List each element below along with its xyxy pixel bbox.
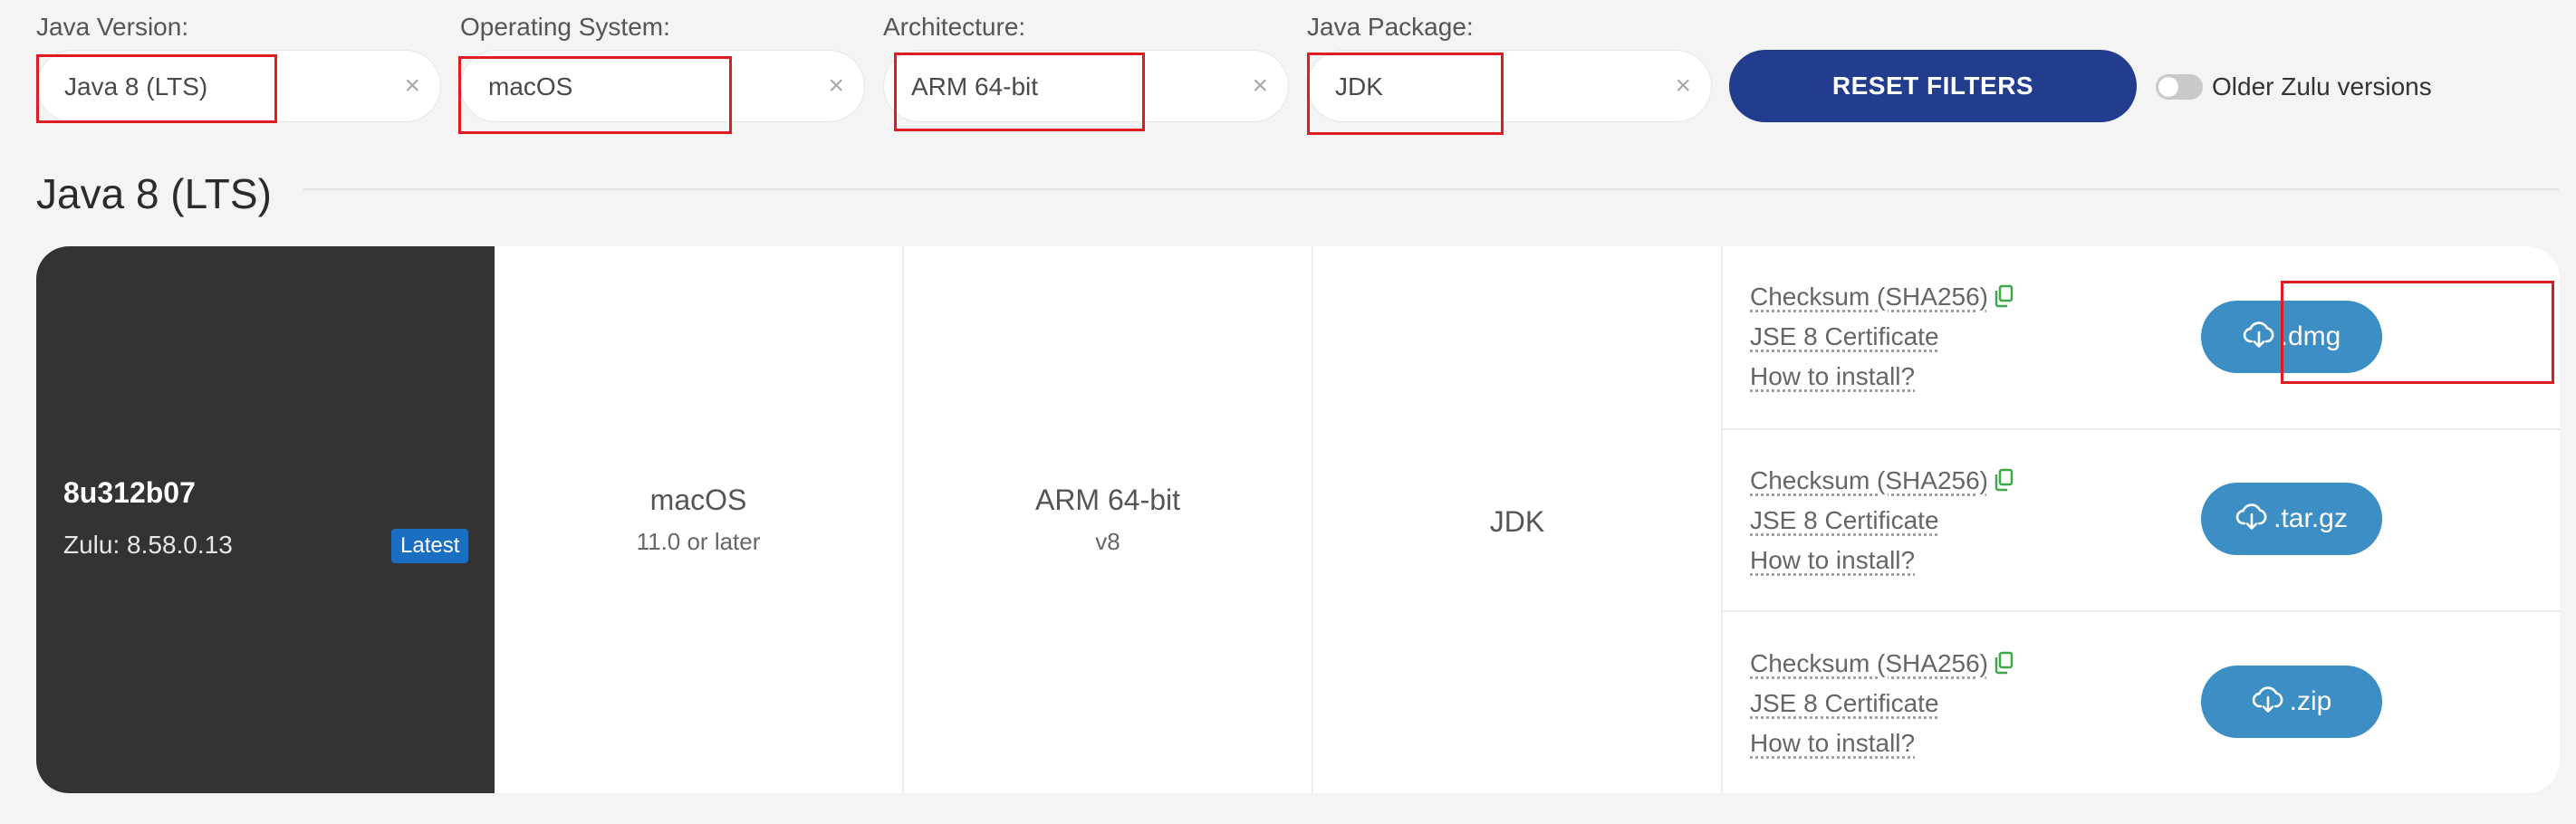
checksum-link[interactable]: Checksum (SHA256) [1750, 279, 2014, 315]
java-package-select[interactable]: JDK × [1307, 50, 1712, 122]
older-versions-label: Older Zulu versions [2212, 72, 2432, 101]
how-to-install-link[interactable]: How to install? [1750, 725, 1915, 762]
certificate-link[interactable]: JSE 8 Certificate [1750, 503, 1939, 539]
copy-icon[interactable] [1994, 651, 2014, 675]
cloud-download-icon [2252, 686, 2283, 713]
java-package-value: JDK [1335, 72, 1383, 101]
copy-icon[interactable] [1994, 284, 2014, 308]
os-requirement: 11.0 or later [636, 528, 761, 555]
download-row-zip: Checksum (SHA256) JSE 8 Certificate How … [1723, 611, 2560, 793]
cloud-download-icon [2235, 503, 2267, 530]
architecture-select[interactable]: ARM 64-bit × [883, 50, 1289, 122]
operating-system-label: Operating System: [460, 13, 670, 41]
architecture-name: ARM 64-bit [1034, 484, 1181, 516]
java-version-select[interactable]: Java 8 (LTS) × [36, 50, 441, 122]
architecture-label: Architecture: [883, 13, 1026, 41]
java-version-value: Java 8 (LTS) [64, 72, 208, 101]
checksum-link-text: Checksum (SHA256) [1750, 466, 1988, 494]
toggle-knob [2158, 77, 2178, 97]
version-number: 8u312b07 [63, 476, 196, 509]
java-version-label: Java Version: [36, 13, 189, 41]
download-row-dmg: Checksum (SHA256) JSE 8 Certificate How … [1723, 246, 2560, 430]
certificate-link[interactable]: JSE 8 Certificate [1750, 319, 1939, 355]
latest-badge: Latest [391, 529, 469, 563]
version-panel: 8u312b07 Zulu: 8.58.0.13 Latest [36, 246, 495, 793]
reset-filters-button[interactable]: RESET FILTERS [1729, 50, 2137, 122]
zulu-version: Zulu: 8.58.0.13 [63, 531, 233, 559]
checksum-link[interactable]: Checksum (SHA256) [1750, 463, 2014, 499]
operating-system-select[interactable]: macOS × [460, 50, 865, 122]
cloud-download-icon [2243, 321, 2274, 348]
copy-icon[interactable] [1994, 468, 2014, 492]
download-zip-label: .zip [2289, 686, 2332, 716]
package-name: JDK [1489, 505, 1545, 538]
architecture-clear-icon[interactable]: × [1252, 69, 1268, 103]
how-to-install-link[interactable]: How to install? [1750, 359, 1915, 395]
download-dmg-button[interactable]: .dmg [2201, 301, 2382, 373]
os-name: macOS [649, 484, 747, 516]
checksum-link[interactable]: Checksum (SHA256) [1750, 646, 2014, 682]
architecture-column: ARM 64-bit v8 [904, 246, 1313, 793]
operating-system-clear-icon[interactable]: × [828, 69, 844, 103]
java-package-label: Java Package: [1307, 13, 1474, 41]
download-targz-button[interactable]: .tar.gz [2201, 483, 2382, 555]
package-column: JDK [1313, 246, 1723, 793]
older-versions-toggle[interactable] [2156, 74, 2203, 100]
certificate-link[interactable]: JSE 8 Certificate [1750, 685, 1939, 722]
download-targz-label: .tar.gz [2273, 503, 2348, 533]
java-version-clear-icon[interactable]: × [404, 69, 420, 103]
section-divider [303, 188, 2559, 190]
download-dmg-label: .dmg [2280, 321, 2341, 351]
result-card: 8u312b07 Zulu: 8.58.0.13 Latest macOS 11… [36, 246, 2560, 793]
download-zip-button[interactable]: .zip [2201, 666, 2382, 738]
architecture-version: v8 [1095, 528, 1120, 555]
architecture-value: ARM 64-bit [911, 72, 1039, 101]
checksum-link-text: Checksum (SHA256) [1750, 649, 1988, 677]
operating-system-value: macOS [488, 72, 573, 101]
os-column: macOS 11.0 or later [495, 246, 904, 793]
download-row-targz: Checksum (SHA256) JSE 8 Certificate How … [1723, 428, 2560, 612]
section-title: Java 8 (LTS) [36, 170, 272, 217]
how-to-install-link[interactable]: How to install? [1750, 542, 1915, 579]
java-package-clear-icon[interactable]: × [1675, 69, 1691, 103]
checksum-link-text: Checksum (SHA256) [1750, 283, 1988, 311]
